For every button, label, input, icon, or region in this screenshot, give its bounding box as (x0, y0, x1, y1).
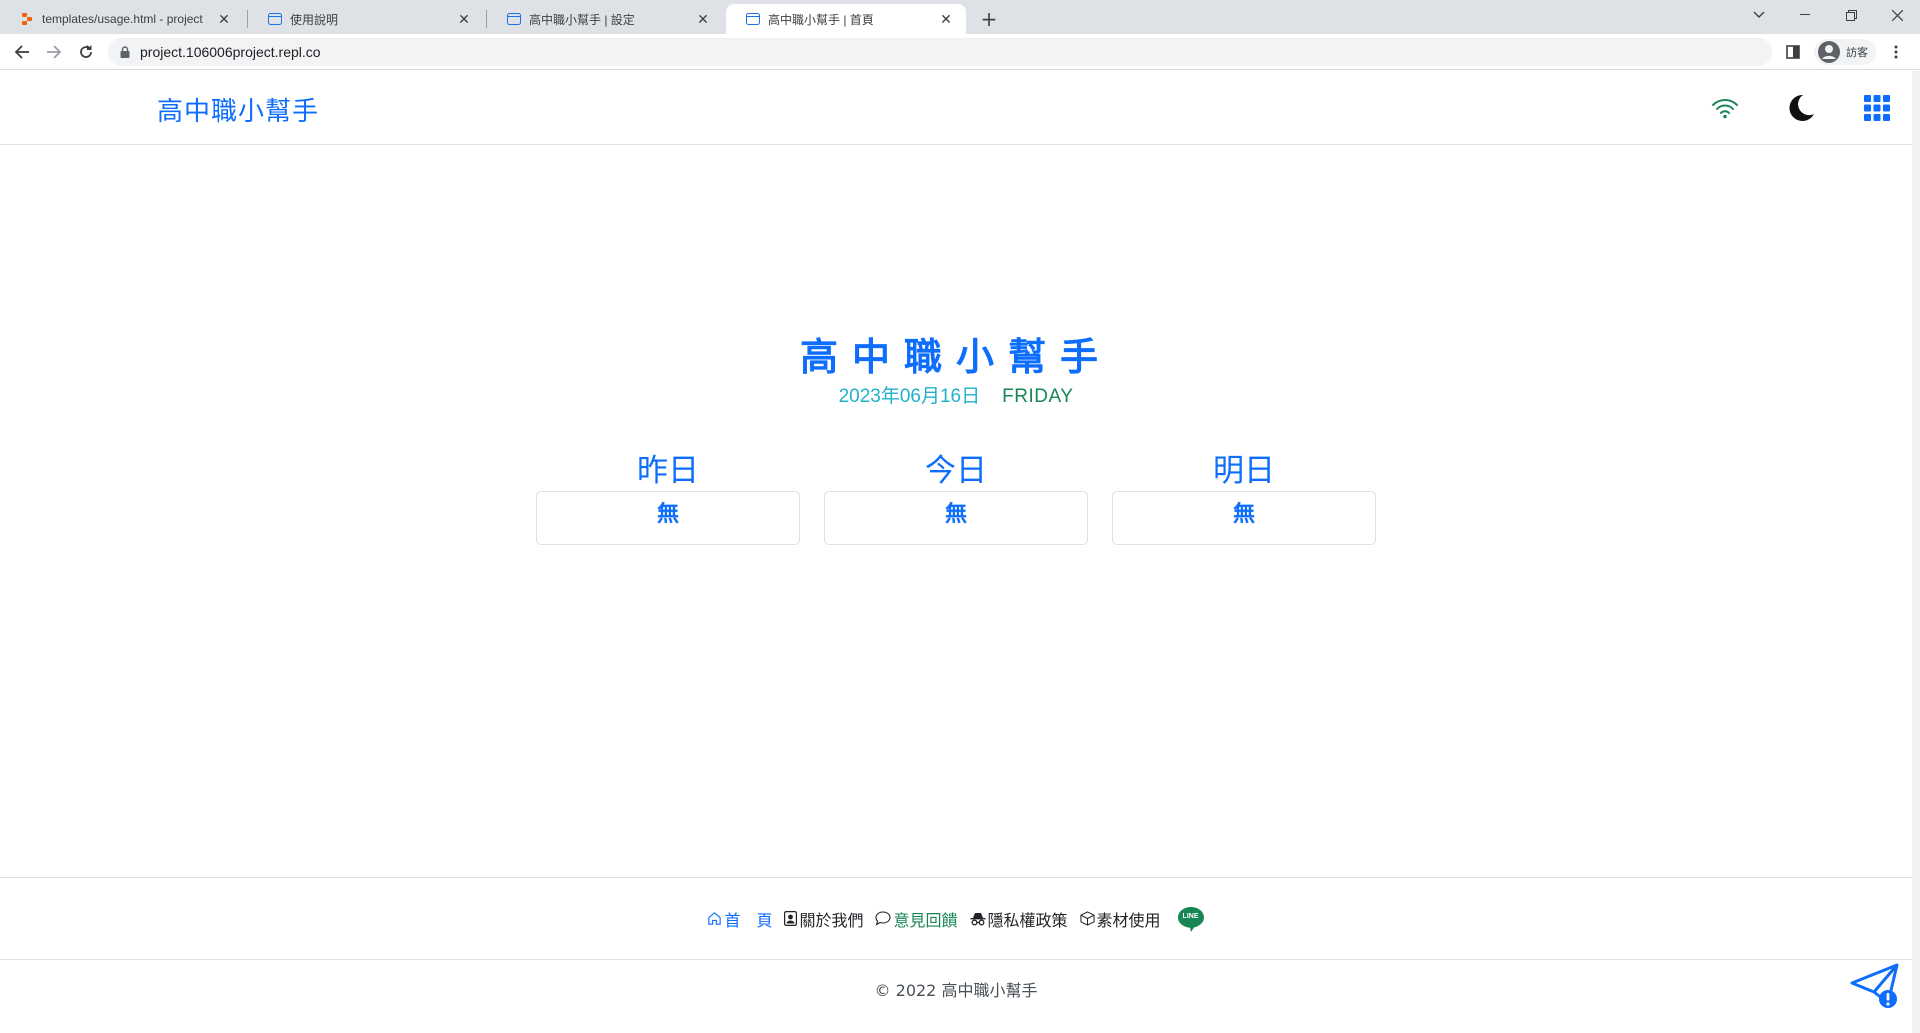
tomorrow-heading: 明日 (1213, 453, 1275, 489)
footer-link-label: 首 頁 (724, 910, 773, 930)
avatar-icon (1818, 41, 1840, 63)
today-heading: 今日 (925, 453, 987, 489)
tab-usage-guide[interactable]: 使用說明 ✕ (248, 4, 484, 34)
send-plane-icon (1848, 963, 1902, 1017)
address-bar[interactable]: project.106006project.repl.co (108, 38, 1772, 66)
apps-grid-icon[interactable] (1860, 91, 1894, 125)
tab-title: 使用說明 (290, 12, 339, 27)
url-text: project.106006project.repl.co (140, 44, 321, 60)
minimize-button[interactable] (1782, 0, 1828, 30)
line-logo-icon: LINE (1177, 905, 1205, 933)
back-button[interactable] (10, 40, 34, 64)
new-tab-button[interactable]: + (976, 6, 1002, 32)
menu-dots-icon[interactable] (1894, 40, 1898, 64)
footer-link-privacy[interactable]: 隱私權政策 (970, 907, 1068, 931)
page-icon (507, 12, 521, 26)
tab-home-active[interactable]: 高中職小幫手 | 首頁 ✕ (726, 4, 966, 34)
send-feedback-button[interactable] (1848, 959, 1902, 1013)
restore-button[interactable] (1828, 0, 1874, 30)
forward-button[interactable] (42, 40, 66, 64)
box-icon (1079, 911, 1095, 926)
copyright-text: © 2022 高中職小幫手 (874, 981, 1038, 1000)
profile-label: 訪客 (1846, 46, 1868, 59)
close-tab-icon[interactable]: ✕ (938, 11, 954, 27)
page-icon (746, 12, 760, 26)
site-brand[interactable]: 高中職小幫手 (157, 91, 319, 128)
footer-link-line[interactable]: LINE (1177, 905, 1205, 933)
wifi-icon[interactable] (1708, 91, 1742, 125)
tab-search-button[interactable] (1736, 0, 1782, 30)
footer-link-label: 意見回饋 (893, 910, 958, 930)
tab-title: 高中職小幫手 | 首頁 (768, 12, 874, 27)
tab-title: templates/usage.html - project (42, 12, 203, 26)
today-column: 今日 無 (824, 451, 1088, 545)
tab-usage-template[interactable]: templates/usage.html - project ✕ (0, 4, 244, 34)
footer-link-home[interactable]: 首 頁 (707, 907, 772, 931)
footer-link-about[interactable]: 關於我們 (784, 907, 863, 931)
close-tab-icon[interactable]: ✕ (456, 11, 472, 27)
yesterday-card: 無 (536, 491, 800, 545)
chat-bubble-icon (875, 911, 892, 926)
tab-settings[interactable]: 高中職小幫手 | 設定 ✕ (487, 4, 723, 34)
side-panel-icon[interactable] (1786, 40, 1800, 64)
dark-mode-moon-icon[interactable] (1784, 91, 1818, 125)
reload-button[interactable] (74, 40, 98, 64)
footer-links: 首 頁 關於我們 意見回饋 隱私權政策 素材使用 LINE (0, 877, 1912, 960)
person-badge-icon (784, 911, 798, 926)
yesterday-heading: 昨日 (637, 453, 699, 489)
footer-link-feedback[interactable]: 意見回饋 (875, 907, 958, 931)
tab-title: 高中職小幫手 | 設定 (529, 12, 635, 27)
yesterday-column: 昨日 無 (536, 451, 800, 545)
incognito-icon (970, 912, 986, 926)
footer-link-assets[interactable]: 素材使用 (1079, 907, 1161, 931)
browser-toolbar: project.106006project.repl.co 訪客 (0, 34, 1920, 70)
hero-title: 高中職小幫手 (799, 335, 1112, 379)
footer-link-label: 素材使用 (1096, 910, 1161, 930)
page-icon (268, 12, 282, 26)
close-window-button[interactable] (1874, 0, 1920, 30)
replit-icon (20, 12, 34, 26)
lock-icon (120, 46, 130, 58)
page-scrollbar[interactable] (1912, 71, 1920, 1033)
profile-button[interactable]: 訪客 (1814, 39, 1876, 65)
footer-link-label: 隱私權政策 (987, 910, 1068, 930)
browser-tabstrip: templates/usage.html - project ✕ 使用說明 ✕ … (0, 0, 1920, 34)
footer-link-label: 關於我們 (799, 910, 864, 930)
today-card: 無 (824, 491, 1088, 545)
current-date: 2023年06月16日 (838, 386, 981, 407)
house-icon (707, 911, 722, 926)
site-navbar: 高中職小幫手 (0, 71, 1912, 145)
page: 高中職小幫手 高中職小幫手 2023年06月16日 FRIDAY 昨日 無 今日… (0, 71, 1912, 1033)
close-tab-icon[interactable]: ✕ (216, 11, 232, 27)
tomorrow-column: 明日 無 (1112, 451, 1376, 545)
tomorrow-card: 無 (1112, 491, 1376, 545)
date-line: 2023年06月16日 FRIDAY (0, 381, 1912, 408)
current-weekday: FRIDAY (1002, 386, 1074, 407)
close-tab-icon[interactable]: ✕ (695, 11, 711, 27)
